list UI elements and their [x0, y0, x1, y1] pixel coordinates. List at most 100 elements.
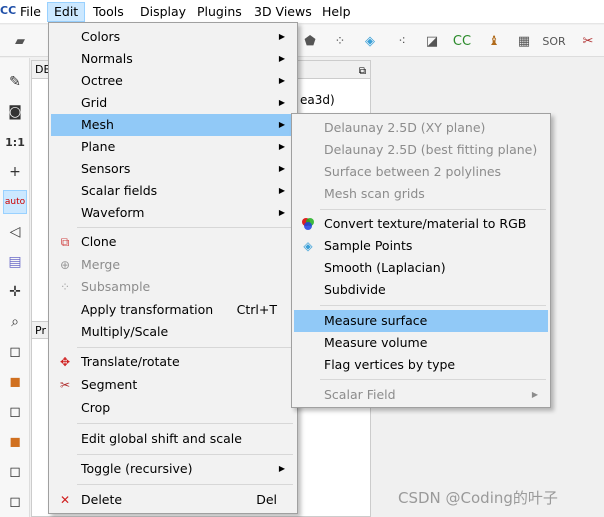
menu-item-label: Apply transformation: [81, 302, 214, 317]
zoom-1to1-icon[interactable]: 1:1: [3, 130, 27, 154]
shortcut-label: Del: [256, 492, 277, 507]
menu-item-subdivide[interactable]: Subdivide: [294, 279, 548, 301]
menu-item-label: Crop: [81, 400, 111, 415]
menu-item-label: Mesh scan grids: [324, 186, 425, 201]
rgb-circles-icon: [300, 216, 316, 232]
menu-item-label: Normals: [81, 51, 133, 66]
menu-item-measure-surface[interactable]: Measure surface: [294, 310, 548, 332]
clone-icon: ⧉: [60, 235, 70, 249]
menu-display[interactable]: Display: [134, 2, 192, 22]
menu-item-toggle-recursive[interactable]: Toggle (recursive) ▶: [51, 458, 295, 480]
menu-item-label: Measure surface: [324, 313, 428, 328]
view-top-icon[interactable]: ◼: [3, 370, 27, 394]
view-toolbar: ✎ ◙ 1:1 + auto ◁ ▤ ✛ ⌕ ◻ ◼ ◻ ◼ ◻ ◻: [0, 58, 30, 517]
open-file-icon[interactable]: ▰: [8, 29, 32, 53]
menu-item-octree[interactable]: Octree ▶: [51, 70, 295, 92]
menu-item-mesh[interactable]: Mesh ▶: [51, 114, 295, 136]
layers-icon[interactable]: ▤: [3, 250, 27, 274]
menu-item-sample-points[interactable]: ◈ Sample Points: [294, 235, 548, 257]
view-front-icon[interactable]: ◻: [3, 340, 27, 364]
menu-item-label: Grid: [81, 95, 108, 110]
menu-item-mesh-scan-grids[interactable]: Mesh scan grids: [294, 183, 548, 205]
menu-item-label: Smooth (Laplacian): [324, 260, 446, 275]
tree-item-partial[interactable]: ea3d): [300, 93, 335, 107]
submenu-arrow-icon: ▶: [278, 76, 285, 85]
submenu-arrow-icon: ▶: [278, 164, 285, 173]
plane-fit-icon[interactable]: ◪: [420, 29, 444, 53]
menu-item-translate-rotate[interactable]: ✥ Translate/rotate: [51, 351, 295, 373]
submenu-arrow-icon: ▶: [278, 98, 285, 107]
scatter-icon[interactable]: ⁖: [390, 29, 414, 53]
scissors-icon[interactable]: ✂: [576, 29, 600, 53]
menu-separator: [77, 347, 293, 348]
menu-item-label: Delete: [81, 492, 123, 507]
menu-item-measure-volume[interactable]: Measure volume: [294, 332, 548, 354]
menu-item-label: Clone: [81, 234, 117, 249]
menu-item-label: Colors: [81, 29, 121, 44]
menu-item-surface-between-polylines[interactable]: Surface between 2 polylines: [294, 161, 548, 183]
merge-icon: ⊕: [59, 258, 71, 272]
camera-icon[interactable]: ◙: [3, 100, 27, 124]
submenu-arrow-icon: ▶: [531, 390, 538, 399]
menu-item-grid[interactable]: Grid ▶: [51, 92, 295, 114]
menu-item-delaunay-best-fit[interactable]: Delaunay 2.5D (best fitting plane): [294, 139, 548, 161]
menu-item-plane[interactable]: Plane ▶: [51, 136, 295, 158]
menu-item-crop[interactable]: Crop: [51, 397, 295, 419]
menu-item-delaunay-xy[interactable]: Delaunay 2.5D (XY plane): [294, 117, 548, 139]
watermark: CSDN @Coding的叶子: [398, 489, 558, 507]
submenu-arrow-icon: ▶: [278, 120, 285, 129]
menu-item-label: Subsample: [81, 279, 151, 294]
menu-item-colors[interactable]: Colors ▶: [51, 26, 295, 48]
menu-file[interactable]: File: [14, 2, 47, 22]
crosshair-icon[interactable]: +: [3, 160, 27, 184]
view-right-icon[interactable]: ◻: [3, 460, 27, 484]
sor-filter-icon[interactable]: SOR: [542, 29, 566, 53]
view-left-icon[interactable]: ◻: [3, 400, 27, 424]
menu-item-clone[interactable]: ⧉ Clone: [51, 231, 295, 253]
menu-item-segment[interactable]: ✂ Segment: [51, 374, 295, 396]
menu-item-sensors[interactable]: Sensors ▶: [51, 158, 295, 180]
menu-item-smooth-laplacian[interactable]: Smooth (Laplacian): [294, 257, 548, 279]
noise-icon[interactable]: ▦: [512, 29, 536, 53]
menu-3d-views[interactable]: 3D Views: [248, 2, 318, 22]
menu-separator: [320, 305, 546, 306]
menu-item-scalar-field[interactable]: Scalar Field ▶: [294, 384, 548, 406]
view-bottom-icon[interactable]: ◻: [3, 490, 27, 514]
menu-separator: [77, 484, 293, 485]
bucket-icon[interactable]: ♝: [482, 29, 506, 53]
cc-icon[interactable]: CC: [450, 29, 474, 53]
rotate-icon[interactable]: ◁: [3, 220, 27, 244]
mesh-cube-icon[interactable]: ◈: [358, 29, 382, 53]
scissors-icon: ✂: [59, 378, 71, 392]
menu-plugins[interactable]: Plugins: [191, 2, 248, 22]
move-icon[interactable]: ✛: [3, 280, 27, 304]
menu-item-scalar-fields[interactable]: Scalar fields ▶: [51, 180, 295, 202]
menu-item-delete[interactable]: ✕ Delete Del: [51, 489, 295, 511]
menu-item-label: Scalar Field: [324, 387, 396, 402]
menu-item-convert-texture-rgb[interactable]: Convert texture/material to RGB: [294, 213, 548, 235]
shield-icon[interactable]: ⬟: [298, 29, 322, 53]
magnifier-icon[interactable]: ⌕: [3, 310, 27, 334]
menu-item-label: Flag vertices by type: [324, 357, 456, 372]
menu-edit[interactable]: Edit: [47, 2, 86, 22]
menu-item-label: Sample Points: [324, 238, 413, 253]
menu-item-multiply-scale[interactable]: Multiply/Scale: [51, 321, 295, 343]
menu-item-edit-global-shift[interactable]: Edit global shift and scale: [51, 428, 295, 450]
menu-item-subsample[interactable]: ⁘ Subsample: [51, 276, 295, 298]
auto-pivot-icon[interactable]: auto: [3, 190, 27, 214]
properties-title: Pr: [35, 324, 46, 337]
mesh-submenu: Delaunay 2.5D (XY plane) Delaunay 2.5D (…: [291, 113, 551, 408]
menu-item-normals[interactable]: Normals ▶: [51, 48, 295, 70]
menu-item-apply-transformation[interactable]: Apply transformation Ctrl+T: [51, 299, 295, 321]
dots-icon[interactable]: ⁘: [328, 29, 352, 53]
float-panel-icon[interactable]: ⧉: [359, 63, 366, 81]
menu-tools[interactable]: Tools: [87, 2, 130, 22]
menu-item-flag-vertices[interactable]: Flag vertices by type: [294, 354, 548, 376]
menu-help[interactable]: Help: [316, 2, 357, 22]
menu-item-merge[interactable]: ⊕ Merge: [51, 254, 295, 276]
pencil-icon[interactable]: ✎: [3, 70, 27, 94]
submenu-arrow-icon: ▶: [278, 464, 285, 473]
view-back-icon[interactable]: ◼: [3, 430, 27, 454]
menu-item-waveform[interactable]: Waveform ▶: [51, 202, 295, 224]
submenu-arrow-icon: ▶: [278, 208, 285, 217]
